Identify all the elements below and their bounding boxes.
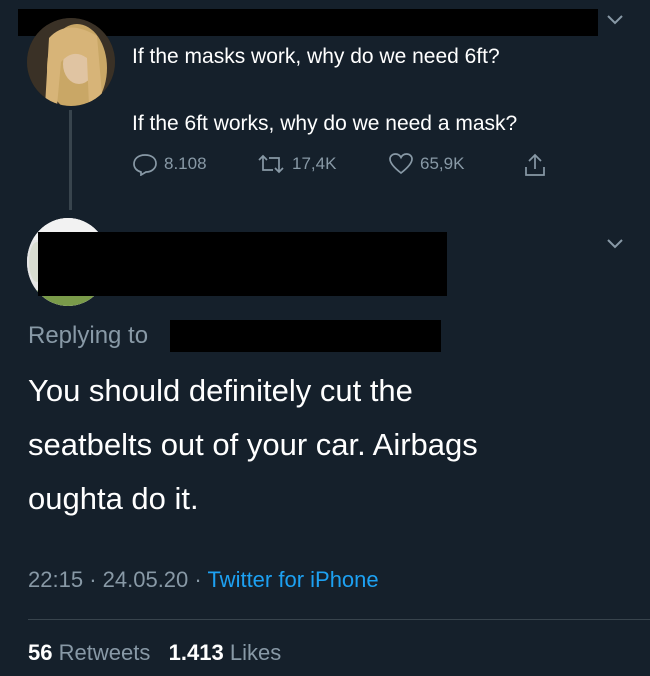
likes-stat[interactable]: 1.413 Likes bbox=[169, 640, 282, 665]
reply-icon bbox=[133, 154, 157, 176]
redacted-user-info bbox=[38, 232, 447, 296]
tweet-source-link[interactable]: Twitter for iPhone bbox=[207, 567, 378, 592]
likes-label: Likes bbox=[229, 640, 282, 665]
main-tweet-text-line-1: You should definitely cut the bbox=[28, 373, 413, 408]
avatar-photo bbox=[27, 18, 115, 106]
tweet-stats: 56 Retweets 1.413 Likes bbox=[28, 640, 281, 666]
main-tweet-text-line-3: oughta do it. bbox=[28, 481, 199, 516]
retweet-action[interactable]: 17,4K bbox=[256, 152, 336, 176]
tweet-time[interactable]: 22:15 bbox=[28, 567, 83, 592]
retweets-label: Retweets bbox=[58, 640, 151, 665]
retweets-stat[interactable]: 56 Retweets bbox=[28, 640, 150, 665]
meta-separator: · bbox=[194, 567, 202, 592]
chevron-down-icon[interactable] bbox=[604, 236, 626, 252]
thread-connector-line bbox=[69, 110, 72, 210]
retweets-count: 56 bbox=[28, 640, 53, 665]
reply-action[interactable]: 8.108 bbox=[132, 152, 207, 176]
reply-count: 8.108 bbox=[164, 154, 207, 173]
tweet-text-line-1: If the masks work, why do we need 6ft? bbox=[132, 45, 500, 68]
tweet-date[interactable]: 24.05.20 bbox=[103, 567, 189, 592]
divider bbox=[28, 619, 650, 620]
redacted-username-top bbox=[18, 9, 598, 36]
retweet-icon bbox=[258, 154, 284, 174]
redacted-reply-handle[interactable] bbox=[170, 320, 441, 352]
tweet-text-line-2: If the 6ft works, why do we need a mask? bbox=[132, 112, 518, 135]
retweet-count: 17,4K bbox=[292, 154, 337, 173]
replying-to-label: Replying to bbox=[28, 322, 149, 349]
like-count: 65,9K bbox=[420, 154, 465, 173]
tweet-meta: 22:15 · 24.05.20 · Twitter for iPhone bbox=[28, 567, 379, 593]
meta-separator: · bbox=[89, 567, 97, 592]
likes-count: 1.413 bbox=[168, 640, 224, 665]
like-action[interactable]: 65,9K bbox=[388, 152, 464, 176]
main-tweet-text-line-2: seatbelts out of your car. Airbags bbox=[28, 427, 478, 462]
heart-icon bbox=[389, 153, 413, 175]
chevron-down-icon[interactable] bbox=[604, 12, 626, 28]
share-icon[interactable] bbox=[522, 152, 548, 178]
avatar[interactable] bbox=[27, 18, 115, 106]
